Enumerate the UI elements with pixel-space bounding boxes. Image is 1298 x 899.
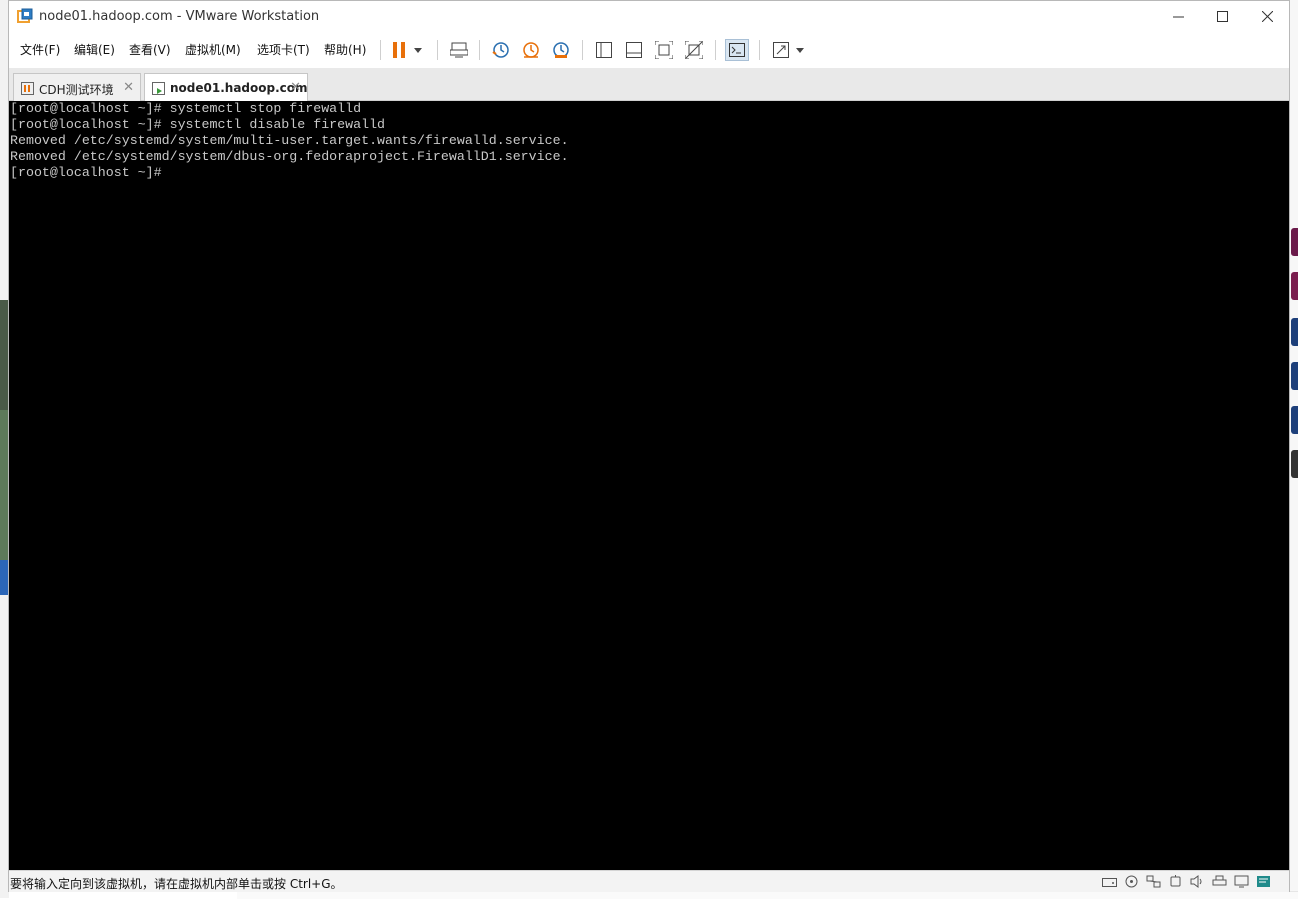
toolbar-separator [759, 40, 760, 60]
thumbnail-view-button[interactable] [622, 39, 646, 61]
menu-help[interactable]: 帮助(H) [324, 41, 366, 58]
menu-toolbar: 文件(F) 编辑(E) 查看(V) 虚拟机(M) 选项卡(T) 帮助(H) [9, 32, 1289, 69]
snapshot-manager-button[interactable] [549, 39, 573, 61]
snapshot-take-button[interactable] [489, 39, 513, 61]
tab-label: CDH测试环境 [39, 83, 114, 97]
background-app-tile [1291, 450, 1298, 478]
full-screen-button[interactable] [652, 39, 676, 61]
pause-icon [393, 42, 405, 58]
unity-icon [685, 41, 703, 59]
close-icon [1261, 11, 1273, 22]
snapshot-revert-icon [523, 42, 539, 58]
send-ctrl-alt-del-button[interactable] [447, 39, 471, 61]
tab-label: node01.hadoop.com [170, 81, 308, 95]
console-line: Removed /etc/systemd/system/multi-user.t… [10, 133, 569, 148]
thumbnail-view-icon [626, 42, 642, 58]
minimize-button[interactable] [1155, 1, 1201, 32]
vm-console[interactable]: [root@localhost ~]# systemctl stop firew… [9, 101, 1289, 870]
vmware-app-icon [17, 8, 33, 23]
tab-cdh-test-env[interactable]: CDH测试环境 ✕ [13, 73, 141, 101]
toolbar-separator [437, 40, 438, 60]
power-dropdown-button[interactable] [409, 39, 427, 61]
vm-icon [21, 82, 34, 95]
close-button[interactable] [1244, 1, 1290, 32]
close-tab-icon[interactable]: ✕ [290, 80, 301, 95]
console-line: Removed /etc/systemd/system/dbus-org.fed… [10, 149, 569, 164]
menu-view[interactable]: 查看(V) [129, 41, 171, 58]
full-screen-icon [655, 41, 673, 59]
status-message: 要将输入定向到该虚拟机，请在虚拟机内部单击或按 Ctrl+G。 [10, 877, 343, 891]
display-icon[interactable] [1234, 875, 1249, 888]
sound-icon[interactable] [1190, 875, 1205, 888]
snapshot-take-icon [492, 42, 509, 58]
stretch-view-icon [773, 42, 789, 58]
dropdown-icon [796, 47, 804, 53]
background-app-tile [1291, 228, 1298, 256]
dropdown-icon [414, 47, 422, 53]
background-app-tile [1291, 362, 1298, 390]
vm-running-icon [152, 82, 165, 95]
unity-button[interactable] [682, 39, 706, 61]
close-tab-icon[interactable]: ✕ [123, 80, 134, 95]
library-view-icon [596, 42, 612, 58]
device-icons [1102, 875, 1271, 888]
usb-icon[interactable] [1168, 875, 1183, 888]
minimize-icon [1172, 16, 1184, 18]
toolbar-separator [380, 40, 381, 60]
console-view-button[interactable] [725, 39, 749, 61]
background-app-tile [1291, 318, 1298, 346]
window-title: node01.hadoop.com - VMware Workstation [39, 9, 320, 24]
vmware-window: node01.hadoop.com - VMware Workstation 文… [8, 0, 1290, 892]
maximize-icon [1216, 11, 1228, 22]
tab-bar: CDH测试环境 ✕ node01.hadoop.com ✕ [9, 68, 1289, 102]
desktop-background-right [1289, 0, 1298, 898]
stretch-dropdown-button[interactable] [791, 39, 809, 61]
console-view-icon [729, 43, 745, 57]
menu-file[interactable]: 文件(F) [20, 41, 60, 58]
background-app-tile [1291, 272, 1298, 300]
snapshot-revert-button[interactable] [519, 39, 543, 61]
network-icon[interactable] [1146, 875, 1161, 888]
toolbar-separator [582, 40, 583, 60]
menu-edit[interactable]: 编辑(E) [74, 41, 115, 58]
menu-vm[interactable]: 虚拟机(M) [185, 41, 241, 58]
console-line: [root@localhost ~]# systemctl stop firew… [10, 101, 362, 116]
hard-disk-icon[interactable] [1102, 875, 1117, 888]
console-line: [root@localhost ~]# systemctl disable fi… [10, 117, 386, 132]
maximize-button[interactable] [1199, 1, 1245, 32]
send-ctrl-alt-del-icon [450, 42, 468, 58]
title-bar: node01.hadoop.com - VMware Workstation [9, 1, 1289, 32]
console-prompt: [root@localhost ~]# [10, 165, 170, 180]
menu-tabs[interactable]: 选项卡(T) [257, 41, 310, 58]
cd-dvd-icon[interactable] [1124, 875, 1139, 888]
pause-button[interactable] [387, 39, 411, 61]
stretch-view-button[interactable] [769, 39, 793, 61]
toolbar-separator [715, 40, 716, 60]
toolbar-separator [479, 40, 480, 60]
tab-node01[interactable]: node01.hadoop.com ✕ [144, 73, 308, 102]
message-icon[interactable] [1256, 875, 1271, 888]
status-bar: 要将输入定向到该虚拟机，请在虚拟机内部单击或按 Ctrl+G。 [9, 870, 1289, 892]
snapshot-manager-icon [553, 42, 569, 58]
library-view-button[interactable] [592, 39, 616, 61]
printer-icon[interactable] [1212, 875, 1227, 888]
background-app-tile [1291, 406, 1298, 434]
